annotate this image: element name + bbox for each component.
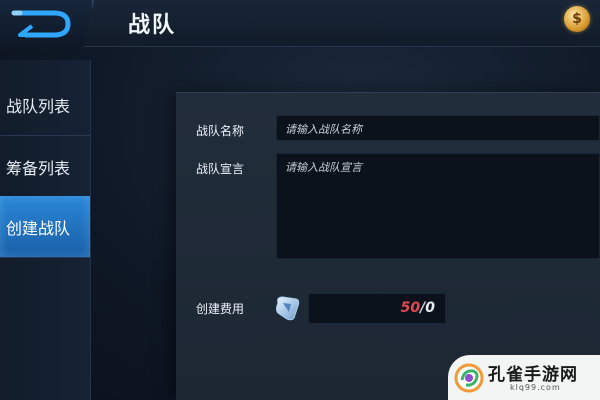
team-name-label: 战队名称 bbox=[196, 124, 245, 138]
page-title: 战队 bbox=[128, 13, 177, 38]
watermark-text: 孔雀手游网 bbox=[488, 365, 578, 385]
cost-total: 0 bbox=[425, 300, 435, 316]
cost-current: 50 bbox=[400, 300, 421, 316]
sidebar-item-create-team[interactable]: 创建战队 bbox=[0, 196, 90, 258]
back-arrow-icon bbox=[11, 10, 71, 38]
gold-coin-icon[interactable]: $ bbox=[564, 6, 590, 32]
peacock-logo-icon bbox=[454, 363, 484, 393]
top-bar: 战队 $ bbox=[0, 0, 600, 50]
back-button[interactable] bbox=[0, 0, 94, 50]
sidebar: 战队列表 筹备列表 创建战队 bbox=[0, 60, 91, 400]
sidebar-item-label: 筹备列表 bbox=[6, 158, 71, 178]
team-manifesto-label: 战队宣言 bbox=[196, 162, 245, 176]
creation-cost-label: 创建费用 bbox=[196, 302, 245, 316]
create-team-panel: 战队名称 请输入战队名称 战队宣言 请输入战队宣言 创建费用 50/0 bbox=[176, 92, 600, 400]
sidebar-item-label: 创建战队 bbox=[6, 218, 71, 238]
team-name-input[interactable]: 请输入战队名称 bbox=[276, 115, 600, 141]
sidebar-item-preparation-list[interactable]: 筹备列表 bbox=[0, 136, 90, 198]
site-watermark: 孔雀手游网 klq99.com bbox=[448, 355, 600, 400]
diamond-coupon-icon bbox=[276, 296, 300, 321]
sidebar-item-label: 战队列表 bbox=[6, 96, 71, 116]
creation-cost-value: 50/0 bbox=[308, 293, 446, 324]
watermark-url: klq99.com bbox=[510, 383, 561, 392]
sidebar-item-team-list[interactable]: 战队列表 bbox=[0, 74, 90, 136]
game-screen: 战队 $ 战队列表 筹备列表 创建战队 战队名称 请输入战队名称 战队宣言 请输… bbox=[0, 0, 600, 400]
team-manifesto-input[interactable]: 请输入战队宣言 bbox=[276, 153, 600, 259]
